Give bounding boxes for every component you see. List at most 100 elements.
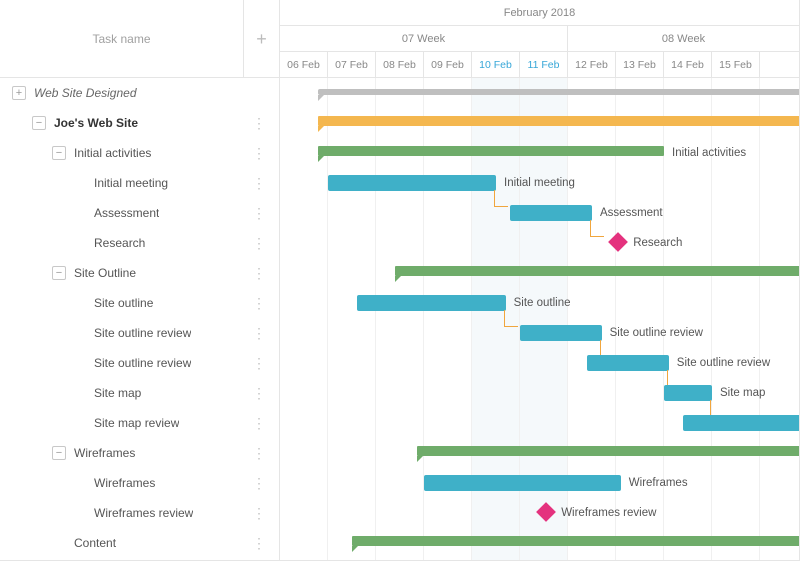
task-row[interactable]: Research⋮ (0, 228, 279, 258)
bar-row: Initial meeting (280, 168, 799, 198)
task-row[interactable]: −Wireframes ⋮ (0, 438, 279, 468)
bar-row (280, 258, 799, 288)
day-cell[interactable]: 10 Feb (472, 52, 520, 78)
bar-label: Site outline review (677, 355, 770, 371)
day-cell[interactable]: 07 Feb (328, 52, 376, 78)
row-menu-icon[interactable]: ⋮ (244, 385, 273, 402)
task-label: Content (74, 536, 116, 550)
task-row[interactable]: −Joe's Web Site⋮ (0, 108, 279, 138)
collapse-icon[interactable]: − (52, 446, 66, 460)
row-menu-icon[interactable]: ⋮ (244, 295, 273, 312)
task-label: Wireframes (94, 476, 155, 490)
summary-bar[interactable] (395, 266, 800, 276)
task-rows: +Web Site Designed−Joe's Web Site⋮−Initi… (0, 78, 279, 560)
task-bar[interactable] (328, 175, 496, 191)
week-cell: 07 Week (280, 26, 568, 51)
task-row[interactable]: + Web Site Designed (0, 78, 279, 108)
task-bar[interactable] (683, 415, 800, 431)
task-row[interactable]: Site outline ⋮ (0, 288, 279, 318)
row-menu-icon[interactable]: ⋮ (244, 505, 273, 522)
task-row[interactable]: Content ⋮ (0, 528, 279, 558)
task-row[interactable]: Site map ⋮ (0, 378, 279, 408)
add-column-button[interactable]: + (243, 0, 279, 78)
task-row[interactable]: Site outline review ⋮ (0, 318, 279, 348)
task-row[interactable]: Wireframes ⋮ (0, 468, 279, 498)
task-label: Wireframes review (94, 506, 193, 520)
bar-row: Site outline review (280, 348, 799, 378)
row-menu-icon[interactable]: ⋮ (244, 145, 273, 162)
day-cell[interactable]: 14 Feb (664, 52, 712, 78)
row-menu-icon[interactable]: ⋮ (244, 445, 273, 462)
week-row: 07 Week08 Week (280, 26, 799, 52)
day-cell[interactable]: 09 Feb (424, 52, 472, 78)
task-bar[interactable] (520, 325, 602, 341)
plus-icon: + (256, 30, 267, 48)
task-label: Site outline review (94, 356, 191, 370)
task-label: Site map (94, 386, 141, 400)
row-menu-icon[interactable]: ⋮ (244, 325, 273, 342)
task-label: Site outline (94, 296, 153, 310)
row-menu-icon[interactable]: ⋮ (244, 265, 273, 282)
bar-row: Initial activities (280, 138, 799, 168)
bar-row (280, 108, 799, 138)
task-bar[interactable] (587, 355, 669, 371)
bar-row: Wireframes review (280, 498, 799, 528)
bar-label: Research (633, 235, 682, 251)
bar-label: Wireframes review (561, 505, 656, 521)
day-cell[interactable]: 15 Feb (712, 52, 760, 78)
bar-label: Assessment (600, 205, 663, 221)
project-summary-bar[interactable] (318, 89, 800, 95)
row-menu-icon[interactable]: ⋮ (244, 415, 273, 432)
summary-bar[interactable] (417, 446, 800, 456)
summary-bar[interactable] (318, 116, 800, 126)
day-cell[interactable]: 06 Feb (280, 52, 328, 78)
task-label: Site outline review (94, 326, 191, 340)
day-cell[interactable]: 12 Feb (568, 52, 616, 78)
milestone-marker[interactable] (608, 232, 628, 252)
week-cell: 08 Week (568, 26, 799, 51)
collapse-icon[interactable]: − (32, 116, 46, 130)
task-bar[interactable] (357, 295, 506, 311)
day-row: 06 Feb07 Feb08 Feb09 Feb10 Feb11 Feb12 F… (280, 52, 799, 78)
row-menu-icon[interactable]: ⋮ (244, 205, 273, 222)
row-menu-icon[interactable]: ⋮ (244, 115, 273, 132)
gantt-chart: Task name + +Web Site Designed−Joe's Web… (0, 0, 800, 561)
task-label: Wireframes (74, 446, 135, 460)
bar-row: Site map (280, 378, 799, 408)
task-row[interactable]: Wireframes review ⋮ (0, 498, 279, 528)
task-bar[interactable] (510, 205, 592, 221)
bar-row: Research (280, 228, 799, 258)
bar-label: Wireframes (629, 475, 688, 491)
row-menu-icon[interactable]: ⋮ (244, 175, 273, 192)
task-row[interactable]: −Initial activities ⋮ (0, 138, 279, 168)
row-menu-icon[interactable]: ⋮ (244, 235, 273, 252)
task-label: Assessment (94, 206, 159, 220)
row-menu-icon[interactable]: ⋮ (244, 355, 273, 372)
row-menu-icon[interactable]: ⋮ (244, 535, 273, 552)
bar-row: Assessment (280, 198, 799, 228)
summary-bar[interactable] (352, 536, 800, 546)
task-row[interactable]: Site map review⋮ (0, 408, 279, 438)
task-row[interactable]: Site outline review ⋮ (0, 348, 279, 378)
expand-icon[interactable]: + (12, 86, 26, 100)
bar-label: Site map (720, 385, 765, 401)
task-label: Web Site Designed (34, 86, 137, 100)
task-row[interactable]: Initial meeting⋮ (0, 168, 279, 198)
collapse-icon[interactable]: − (52, 266, 66, 280)
day-cell[interactable]: 08 Feb (376, 52, 424, 78)
row-menu-icon[interactable]: ⋮ (244, 475, 273, 492)
task-label: Initial activities (74, 146, 151, 160)
timeline-header: February 2018 07 Week08 Week 06 Feb07 Fe… (280, 0, 799, 78)
day-cell[interactable]: 13 Feb (616, 52, 664, 78)
day-cell[interactable]: 11 Feb (520, 52, 568, 78)
task-panel: Task name + +Web Site Designed−Joe's Web… (0, 0, 280, 560)
collapse-icon[interactable]: − (52, 146, 66, 160)
task-row[interactable]: −Site Outline⋮ (0, 258, 279, 288)
task-row[interactable]: Assessment ⋮ (0, 198, 279, 228)
bar-row (280, 438, 799, 468)
bar-row (280, 408, 799, 438)
summary-bar[interactable] (318, 146, 664, 156)
task-bar[interactable] (424, 475, 621, 491)
milestone-marker[interactable] (536, 502, 556, 522)
task-bar[interactable] (664, 385, 712, 401)
